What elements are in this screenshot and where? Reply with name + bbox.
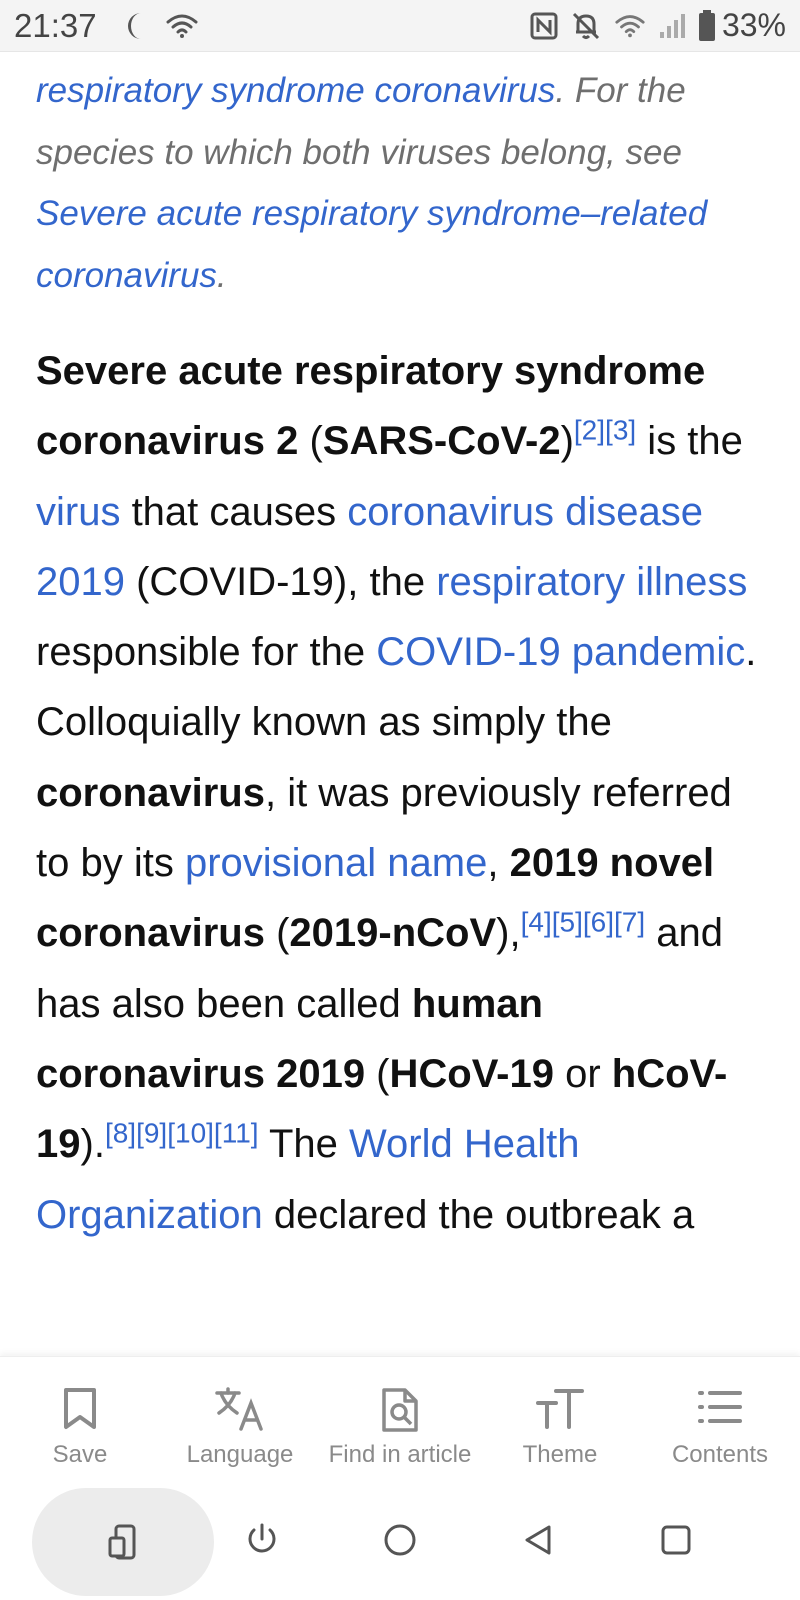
translate-icon bbox=[215, 1387, 265, 1436]
home-circle-icon bbox=[383, 1523, 417, 1562]
text-run: ( bbox=[365, 1051, 390, 1096]
reference-link[interactable]: [5] bbox=[552, 907, 583, 938]
status-time: 21:37 bbox=[14, 6, 97, 44]
save-button[interactable]: Save bbox=[0, 1357, 160, 1481]
back-button[interactable] bbox=[496, 1500, 580, 1584]
language-button[interactable]: Language bbox=[160, 1357, 320, 1481]
text-size-icon bbox=[536, 1387, 584, 1436]
contents-label: Contents bbox=[671, 1441, 769, 1468]
wifi-icon bbox=[614, 12, 646, 40]
text-run: ), bbox=[496, 911, 521, 956]
battery-percent: 33% bbox=[721, 7, 786, 43]
text-run: (COVID-19), the bbox=[124, 559, 437, 604]
bold-term: 2019-nCoV bbox=[289, 911, 497, 956]
contents-button[interactable]: Contents bbox=[640, 1357, 800, 1481]
save-label: Save bbox=[52, 1441, 108, 1468]
bold-term: coronavirus bbox=[36, 770, 265, 815]
reference-link[interactable]: [4] bbox=[521, 907, 552, 938]
text-run: The bbox=[258, 1122, 349, 1167]
reference-link[interactable]: [10] bbox=[167, 1118, 214, 1149]
hatnote-text-end: . bbox=[216, 255, 227, 295]
text-run: ). bbox=[80, 1122, 105, 1167]
article-toolbar: Save Language Find in article Theme Cont… bbox=[0, 1356, 800, 1481]
link-provisional-name[interactable]: provisional name bbox=[185, 841, 487, 885]
reference-link[interactable]: [2] bbox=[574, 415, 605, 446]
lead-paragraph: Severe acute respiratory syndrome corona… bbox=[36, 336, 764, 1250]
bell-muted-icon bbox=[570, 10, 602, 42]
bold-term: SARS-CoV-2 bbox=[322, 419, 561, 464]
recents-square-icon bbox=[660, 1524, 692, 1561]
link-covid-19-pandemic[interactable]: COVID-19 pandemic bbox=[376, 630, 745, 674]
back-triangle-icon bbox=[521, 1523, 555, 1562]
hatnote-link-sars-related-coronavirus[interactable]: Severe acute respiratory syndrome–relate… bbox=[36, 194, 707, 295]
article-content: respiratory syndrome coronavirus. For th… bbox=[36, 60, 764, 1250]
text-run: ( bbox=[298, 419, 323, 464]
reference-link[interactable]: [6] bbox=[583, 907, 614, 938]
link-virus[interactable]: virus bbox=[36, 490, 120, 534]
bold-term: HCoV-19 bbox=[389, 1051, 555, 1096]
wifi-icon bbox=[165, 12, 199, 40]
signal-icon bbox=[658, 12, 686, 40]
text-run: ) bbox=[560, 419, 574, 464]
reference-link[interactable]: [3] bbox=[605, 415, 636, 446]
text-run: ( bbox=[264, 911, 290, 956]
text-run: responsible for the bbox=[36, 630, 377, 675]
reference-link[interactable]: [9] bbox=[136, 1118, 167, 1149]
rotate-screen-button[interactable] bbox=[32, 1488, 214, 1596]
hatnote: respiratory syndrome coronavirus. For th… bbox=[36, 60, 764, 306]
navigation-bar bbox=[0, 1480, 800, 1600]
text-run: declared the outbreak a bbox=[262, 1192, 695, 1237]
reference-link[interactable]: [7] bbox=[614, 907, 645, 938]
list-icon bbox=[698, 1387, 742, 1432]
text-run: is the bbox=[636, 419, 743, 464]
find-in-page-icon bbox=[381, 1387, 419, 1438]
text-run: , bbox=[487, 841, 510, 886]
bookmark-icon bbox=[62, 1387, 98, 1436]
reference-link[interactable]: [11] bbox=[214, 1118, 259, 1149]
reference-link[interactable]: [8] bbox=[105, 1118, 136, 1149]
rotate-icon bbox=[108, 1524, 138, 1565]
screen: 21:37 33% respiratory syndrome coronavir… bbox=[0, 0, 800, 1600]
status-right-icons: 33% bbox=[518, 7, 786, 44]
link-respiratory-illness[interactable]: respiratory illness bbox=[436, 560, 747, 604]
moon-icon bbox=[123, 11, 149, 41]
text-run: that causes bbox=[120, 489, 348, 534]
power-icon bbox=[245, 1522, 279, 1563]
status-left-icons bbox=[123, 11, 215, 41]
recents-button[interactable] bbox=[634, 1500, 718, 1584]
text-run: or bbox=[554, 1051, 612, 1096]
status-bar: 21:37 33% bbox=[0, 0, 800, 52]
find-in-article-label: Find in article bbox=[328, 1441, 472, 1468]
nfc-icon bbox=[530, 12, 558, 40]
power-button[interactable] bbox=[220, 1500, 304, 1584]
find-in-article-button[interactable]: Find in article bbox=[320, 1357, 480, 1481]
language-label: Language bbox=[186, 1441, 294, 1468]
home-button[interactable] bbox=[358, 1500, 442, 1584]
battery-icon bbox=[698, 9, 716, 42]
hatnote-link-sars-coronavirus[interactable]: respiratory syndrome coronavirus bbox=[36, 71, 555, 110]
theme-label: Theme bbox=[522, 1441, 598, 1468]
theme-button[interactable]: Theme bbox=[480, 1357, 640, 1481]
